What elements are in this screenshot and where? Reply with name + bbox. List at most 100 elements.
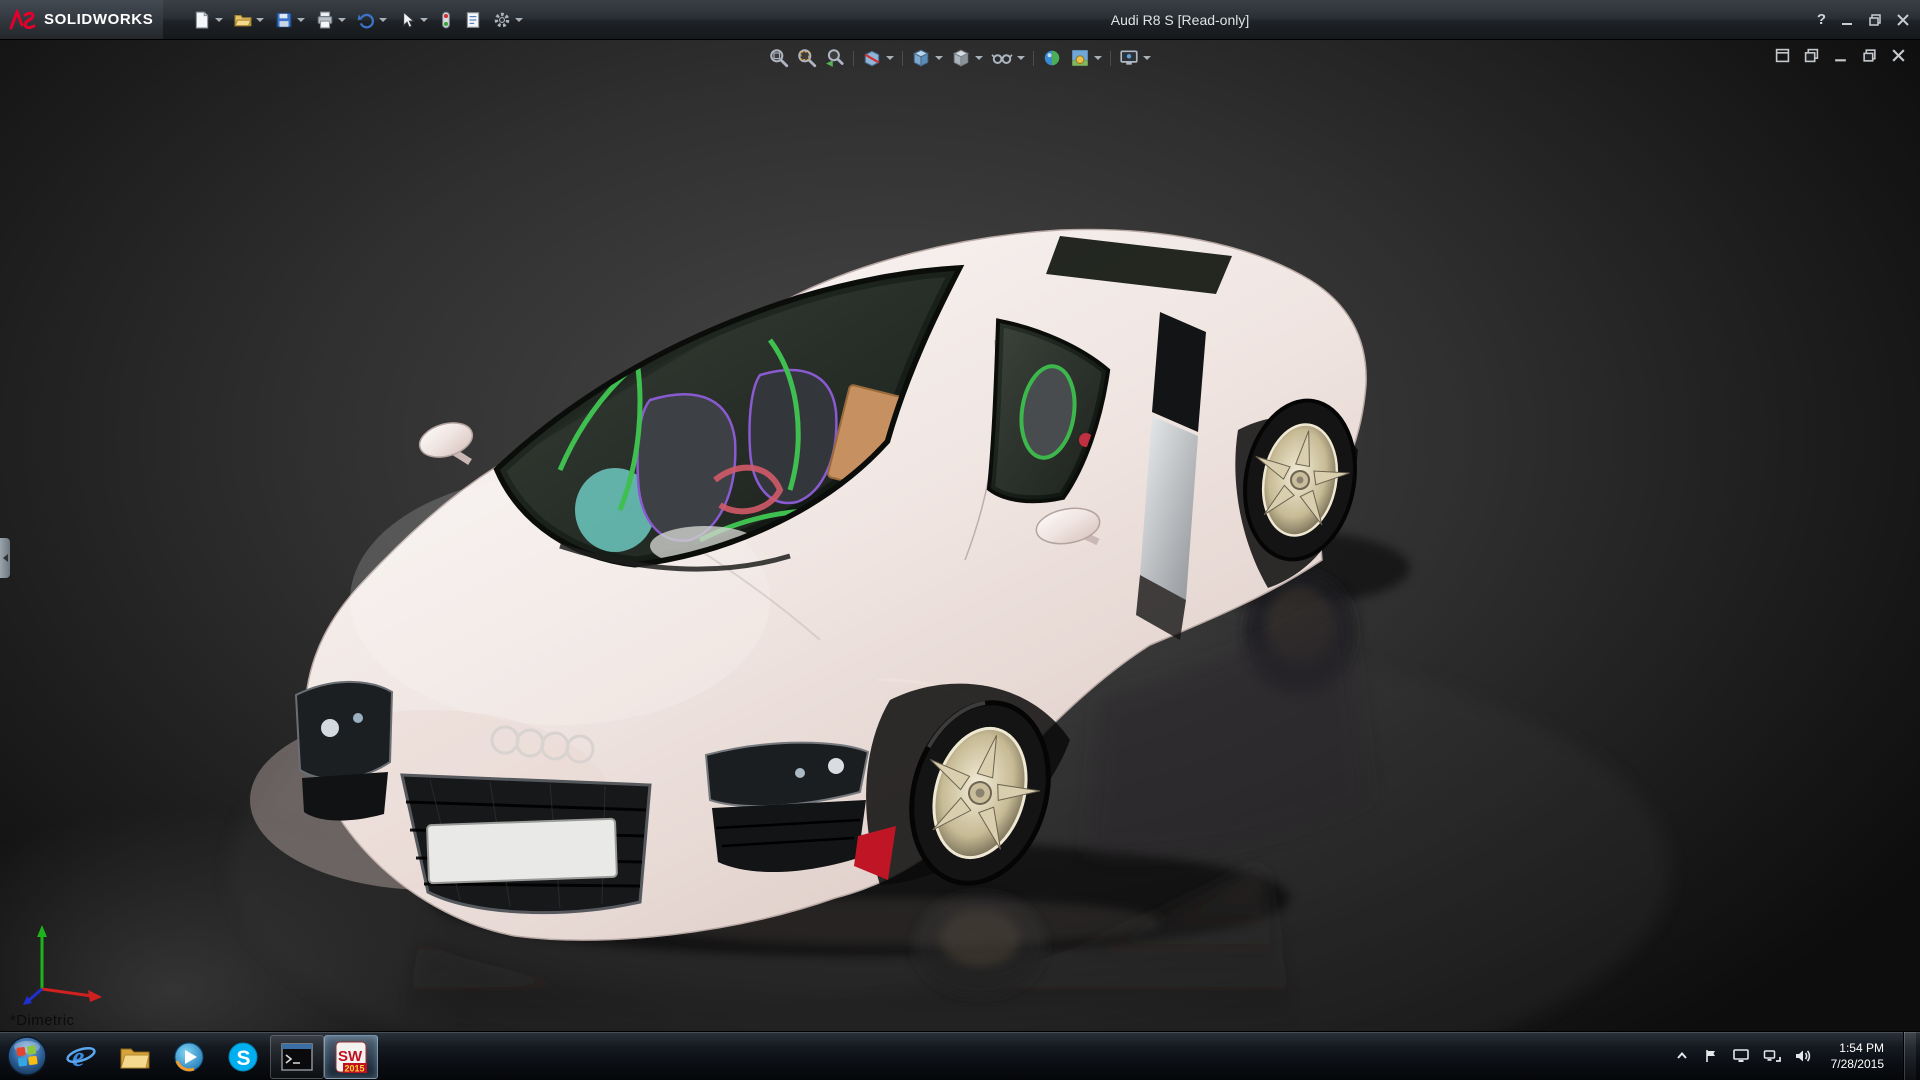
- flag-icon: [1705, 1050, 1715, 1062]
- taskbar-solidworks[interactable]: SW 2015: [324, 1034, 378, 1079]
- undo-button[interactable]: [353, 5, 391, 35]
- window-title: Audi R8 S [Read-only]: [1110, 11, 1250, 28]
- app-restore-button[interactable]: [1868, 13, 1882, 27]
- options-button[interactable]: [489, 5, 527, 35]
- undo-icon: [358, 13, 375, 28]
- edit-appearance-button[interactable]: [1039, 45, 1065, 71]
- dropdown-caret[interactable]: [379, 17, 388, 22]
- system-tray: 1:54 PM 7/28/2015: [1674, 1032, 1920, 1080]
- dropdown-caret[interactable]: [1094, 56, 1102, 60]
- display-style-button[interactable]: [948, 45, 986, 71]
- minimize-icon: [1842, 22, 1852, 25]
- feature-panel-handle[interactable]: [0, 538, 10, 578]
- view-settings-button[interactable]: [1116, 45, 1154, 71]
- taskbar-media-player[interactable]: [162, 1035, 216, 1079]
- zoom-to-area-button[interactable]: [794, 45, 820, 71]
- dropdown-caret[interactable]: [338, 17, 347, 22]
- taskbar-clock[interactable]: 1:54 PM 7/28/2015: [1825, 1040, 1890, 1072]
- speaker-icon: [1795, 1050, 1810, 1062]
- previous-view-button[interactable]: [822, 45, 848, 71]
- graphics-area[interactable]: *Dimetric: [0, 40, 1920, 1031]
- rebuild-button[interactable]: [435, 5, 457, 35]
- taskbar-internet-explorer[interactable]: e: [54, 1035, 108, 1079]
- action-center-button[interactable]: [1703, 1048, 1719, 1064]
- media-player-icon: [174, 1042, 204, 1071]
- minimize-icon: [1835, 59, 1846, 62]
- new-document-icon: [196, 11, 209, 28]
- file-properties-icon: [467, 11, 480, 28]
- app-close-button[interactable]: [1896, 13, 1910, 27]
- svg-text:e: e: [72, 1042, 84, 1073]
- save-button[interactable]: [271, 5, 309, 35]
- help-icon[interactable]: ?: [1817, 11, 1826, 28]
- view-orientation-icon: [913, 49, 929, 67]
- svg-text:2015: 2015: [345, 1063, 365, 1073]
- left-headlight: [294, 680, 394, 821]
- folder-icon: [120, 1048, 150, 1068]
- dropdown-caret[interactable]: [975, 56, 983, 60]
- file-properties-button[interactable]: [460, 5, 486, 35]
- view-orientation-button[interactable]: [908, 45, 946, 71]
- clock-time: 1:54 PM: [1839, 1040, 1884, 1055]
- svg-text:SW: SW: [338, 1048, 363, 1065]
- dropdown-caret[interactable]: [1143, 56, 1151, 60]
- svg-text:S: S: [237, 1047, 251, 1070]
- windows-taskbar: e S SW 2015 1:54 PM 7/28/2015: [0, 1031, 1920, 1080]
- start-button[interactable]: [0, 1032, 54, 1080]
- window-new-button[interactable]: [1775, 48, 1790, 63]
- save-icon: [277, 12, 292, 27]
- taskbar-command-window[interactable]: [270, 1034, 324, 1079]
- taskbar-explorer[interactable]: [108, 1035, 162, 1079]
- dropdown-caret[interactable]: [297, 17, 306, 22]
- show-hidden-icons-button[interactable]: [1674, 1048, 1690, 1064]
- car-model[interactable]: [0, 40, 1920, 1031]
- dropdown-caret[interactable]: [515, 17, 524, 22]
- section-view-button[interactable]: [859, 45, 897, 71]
- dropdown-caret[interactable]: [886, 56, 894, 60]
- orientation-triad[interactable]: [22, 917, 114, 1009]
- section-view-icon: [864, 50, 880, 67]
- doc-restore-button[interactable]: [1862, 48, 1877, 63]
- select-arrow-icon: [403, 10, 416, 28]
- print-button[interactable]: [312, 5, 350, 35]
- window-cascade-button[interactable]: [1804, 48, 1819, 63]
- restore-icon: [1863, 49, 1876, 62]
- titlebar-controls: ?: [1817, 11, 1920, 28]
- internet-explorer-icon: e: [66, 1042, 96, 1073]
- open-button[interactable]: [230, 5, 268, 35]
- doc-close-button[interactable]: [1891, 48, 1906, 63]
- solidworks-logo: SOLIDWORKS: [0, 0, 164, 39]
- dropdown-caret[interactable]: [420, 17, 429, 22]
- skype-icon: S: [228, 1042, 258, 1071]
- select-button[interactable]: [394, 5, 432, 35]
- new-document-button[interactable]: [189, 5, 227, 35]
- dropdown-caret[interactable]: [935, 56, 943, 60]
- standard-toolbar: [189, 5, 527, 35]
- dropdown-caret[interactable]: [256, 17, 265, 22]
- display-settings-button[interactable]: [1732, 1048, 1750, 1064]
- view-orientation-label: *Dimetric: [10, 1012, 75, 1029]
- taskbar-skype[interactable]: S: [216, 1035, 270, 1079]
- dropdown-caret[interactable]: [1017, 56, 1025, 60]
- solidworks-window: SOLIDWORKS Audi R8 S [Read-only] ? *Dime…: [0, 0, 1920, 1080]
- options-gear-icon: [495, 12, 510, 27]
- restore-icon: [1869, 13, 1881, 26]
- dropdown-caret[interactable]: [215, 17, 224, 22]
- apply-scene-icon: [1072, 50, 1088, 66]
- ds-logo-icon: [9, 8, 36, 29]
- show-desktop-button[interactable]: [1903, 1032, 1916, 1080]
- edit-appearance-icon: [1044, 50, 1060, 66]
- hide-show-items-button[interactable]: [988, 45, 1028, 71]
- solidworks-2015-icon: SW 2015: [335, 1041, 367, 1073]
- zoom-to-fit-button[interactable]: [766, 45, 792, 71]
- doc-minimize-button[interactable]: [1833, 48, 1848, 63]
- front-grille: [400, 773, 652, 915]
- app-minimize-button[interactable]: [1840, 13, 1854, 27]
- close-icon: [1892, 49, 1905, 62]
- volume-button[interactable]: [1794, 1048, 1812, 1064]
- display-style-icon: [953, 49, 969, 67]
- windows-start-icon: [7, 1036, 47, 1076]
- network-status-button[interactable]: [1763, 1048, 1781, 1064]
- chevron-up-icon: [1676, 1051, 1687, 1059]
- apply-scene-button[interactable]: [1067, 45, 1105, 71]
